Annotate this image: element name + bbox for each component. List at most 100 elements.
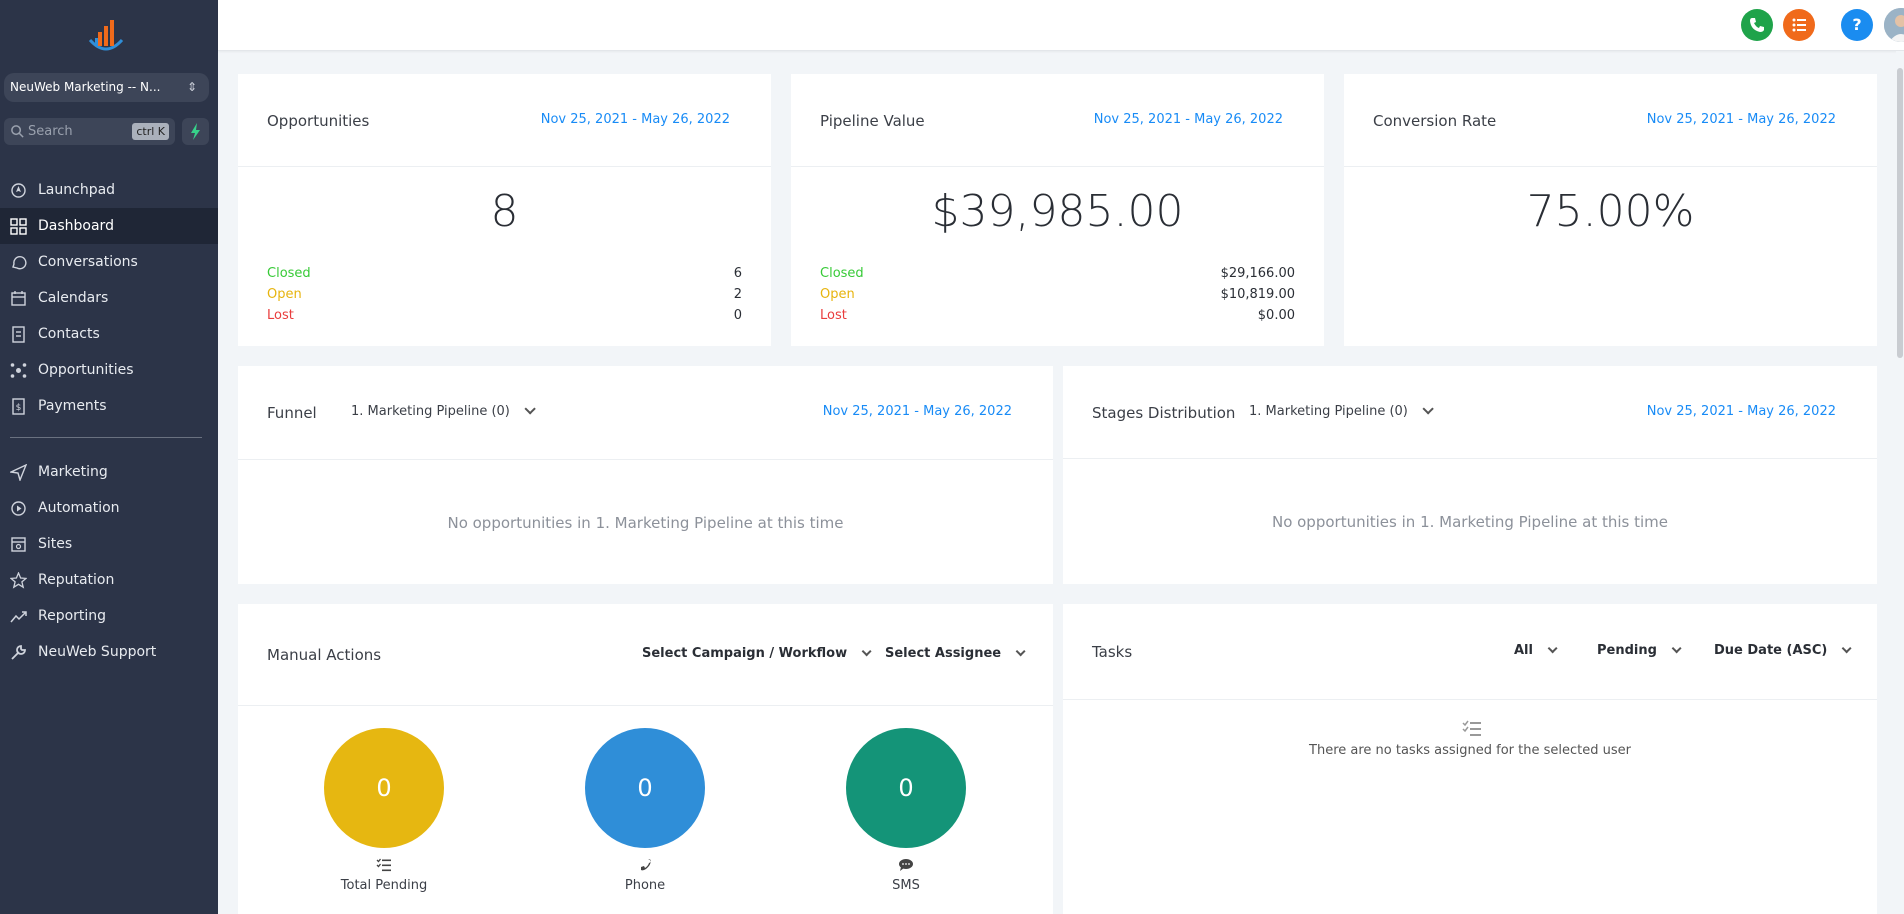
task-filter-status-label: Pending	[1597, 643, 1657, 658]
scrollbar-thumb[interactable]	[1897, 68, 1903, 358]
sidebar-item-label: Payments	[38, 398, 107, 414]
wrench-icon	[11, 645, 26, 660]
closed-label: Closed	[820, 266, 864, 281]
top-bar: ?	[218, 0, 1904, 51]
conversion-rate-card: Conversion Rate Nov 25, 2021 - May 26, 2…	[1344, 74, 1877, 346]
phone-icon	[1750, 18, 1764, 32]
sidebar-item-reporting[interactable]: Reporting	[0, 598, 218, 634]
card-title: Conversion Rate	[1373, 112, 1497, 130]
tasks-empty-message: There are no tasks assigned for the sele…	[1309, 743, 1631, 758]
chat-icon	[12, 256, 27, 270]
sidebar-item-launchpad[interactable]: Launchpad	[0, 172, 218, 208]
rocket-icon	[11, 183, 26, 198]
sidebar-item-marketing[interactable]: Marketing	[0, 454, 218, 490]
closed-label: Closed	[267, 266, 311, 281]
help-icon: ?	[1852, 15, 1862, 34]
sidebar: NeuWeb Marketing -- N... ⇕ Search ctrl K…	[0, 0, 218, 914]
lost-value: 0	[733, 308, 742, 323]
sidebar-item-conversations[interactable]: Conversations	[0, 244, 218, 280]
closed-value: $29,166.00	[1220, 266, 1295, 281]
sidebar-item-label: Sites	[38, 536, 73, 552]
task-filter-status[interactable]: Pending	[1597, 643, 1682, 658]
dashboard-icon	[10, 218, 27, 235]
open-label: Open	[820, 287, 855, 302]
pipeline-select-value: 1. Marketing Pipeline (0)	[1249, 404, 1408, 419]
phone-count: 0	[637, 774, 653, 802]
phone-circle[interactable]: 0	[585, 728, 705, 848]
date-range[interactable]: Nov 25, 2021 - May 26, 2022	[541, 112, 730, 127]
assignee-select-label: Select Assignee	[885, 646, 1002, 661]
sidebar-item-automation[interactable]: Automation	[0, 490, 218, 526]
sidebar-search[interactable]: Search ctrl K	[4, 118, 175, 145]
lost-label: Lost	[267, 308, 294, 323]
sidebar-item-label: Opportunities	[38, 362, 134, 378]
empty-message: No opportunities in 1. Marketing Pipelin…	[1271, 513, 1669, 531]
app-logo[interactable]	[84, 14, 128, 58]
sidebar-item-dashboard[interactable]: Dashboard	[0, 208, 218, 244]
date-range[interactable]: Nov 25, 2021 - May 26, 2022	[1647, 404, 1836, 419]
pipeline-value-card: Pipeline Value Nov 25, 2021 - May 26, 20…	[791, 74, 1324, 346]
task-filter-all[interactable]: All	[1514, 643, 1558, 658]
sidebar-item-reputation[interactable]: Reputation	[0, 562, 218, 598]
sidebar-item-label: Reputation	[38, 572, 115, 588]
task-filter-all-label: All	[1514, 643, 1533, 658]
help-button[interactable]: ?	[1841, 9, 1873, 41]
conversion-rate-total: 75.00%	[1526, 186, 1695, 237]
sidebar-item-neuweb-support[interactable]: NeuWeb Support	[0, 634, 218, 670]
campaign-workflow-select[interactable]: Select Campaign / Workflow	[642, 646, 872, 661]
assignee-select[interactable]: Select Assignee	[885, 646, 1026, 661]
sms-icon	[899, 859, 913, 871]
sites-icon	[11, 537, 26, 552]
up-down-chevron-icon: ⇕	[186, 80, 197, 94]
automation-icon	[11, 501, 26, 516]
campaign-select-label: Select Campaign / Workflow	[642, 646, 848, 661]
card-title: Funnel	[267, 404, 317, 422]
card-title: Stages Distribution	[1092, 404, 1236, 422]
sidebar-item-label: Launchpad	[38, 182, 116, 198]
sidebar-item-label: Reporting	[38, 608, 107, 624]
sidebar-item-calendars[interactable]: Calendars	[0, 280, 218, 316]
sidebar-item-contacts[interactable]: Contacts	[0, 316, 218, 352]
sidebar-item-sites[interactable]: Sites	[0, 526, 218, 562]
total-pending-circle[interactable]: 0	[324, 728, 444, 848]
pipeline-select[interactable]: 1. Marketing Pipeline (0)	[351, 403, 536, 419]
total-pending-label: Total Pending	[340, 878, 428, 893]
payments-icon: $	[12, 398, 25, 415]
pipeline-select[interactable]: 1. Marketing Pipeline (0)	[1249, 403, 1434, 419]
tasks-card: Tasks All Pending Due Date (ASC) There a…	[1063, 604, 1877, 914]
total-pending-count: 0	[376, 774, 392, 802]
date-range[interactable]: Nov 25, 2021 - May 26, 2022	[1094, 112, 1283, 127]
quick-actions-button[interactable]	[182, 118, 209, 145]
phone-button[interactable]	[1741, 9, 1773, 41]
date-range[interactable]: Nov 25, 2021 - May 26, 2022	[823, 404, 1012, 419]
sidebar-item-label: Contacts	[38, 326, 100, 342]
phone-icon	[641, 859, 651, 871]
search-icon	[11, 125, 24, 138]
task-sort-select[interactable]: Due Date (ASC)	[1714, 643, 1852, 658]
lost-value: $0.00	[1257, 308, 1295, 323]
sidebar-item-opportunities[interactable]: Opportunities	[0, 352, 218, 388]
send-icon	[10, 464, 27, 481]
opportunities-card: Opportunities Nov 25, 2021 - May 26, 202…	[238, 74, 771, 346]
contacts-icon	[12, 326, 25, 343]
task-sort-label: Due Date (ASC)	[1714, 643, 1828, 658]
phone-label: Phone	[624, 878, 666, 893]
lightning-icon	[191, 123, 200, 140]
account-switcher[interactable]: NeuWeb Marketing -- N... ⇕	[4, 73, 209, 102]
date-range[interactable]: Nov 25, 2021 - May 26, 2022	[1647, 112, 1836, 127]
card-title: Tasks	[1092, 643, 1133, 661]
pipeline-value-total: $39,985.00	[931, 186, 1184, 237]
sidebar-divider	[10, 437, 202, 438]
sidebar-item-label: Automation	[38, 500, 120, 516]
sms-circle[interactable]: 0	[846, 728, 966, 848]
open-value: 2	[733, 287, 742, 302]
trend-icon	[10, 611, 27, 623]
card-title: Opportunities	[267, 112, 370, 130]
funnel-card: Funnel 1. Marketing Pipeline (0) Nov 25,…	[238, 366, 1053, 584]
tasks-button[interactable]	[1783, 9, 1815, 41]
stages-distribution-card: Stages Distribution 1. Marketing Pipelin…	[1063, 366, 1877, 584]
sms-count: 0	[898, 774, 914, 802]
sidebar-item-label: Calendars	[38, 290, 109, 306]
user-avatar[interactable]	[1884, 8, 1904, 42]
sidebar-item-payments[interactable]: $ Payments	[0, 388, 218, 424]
